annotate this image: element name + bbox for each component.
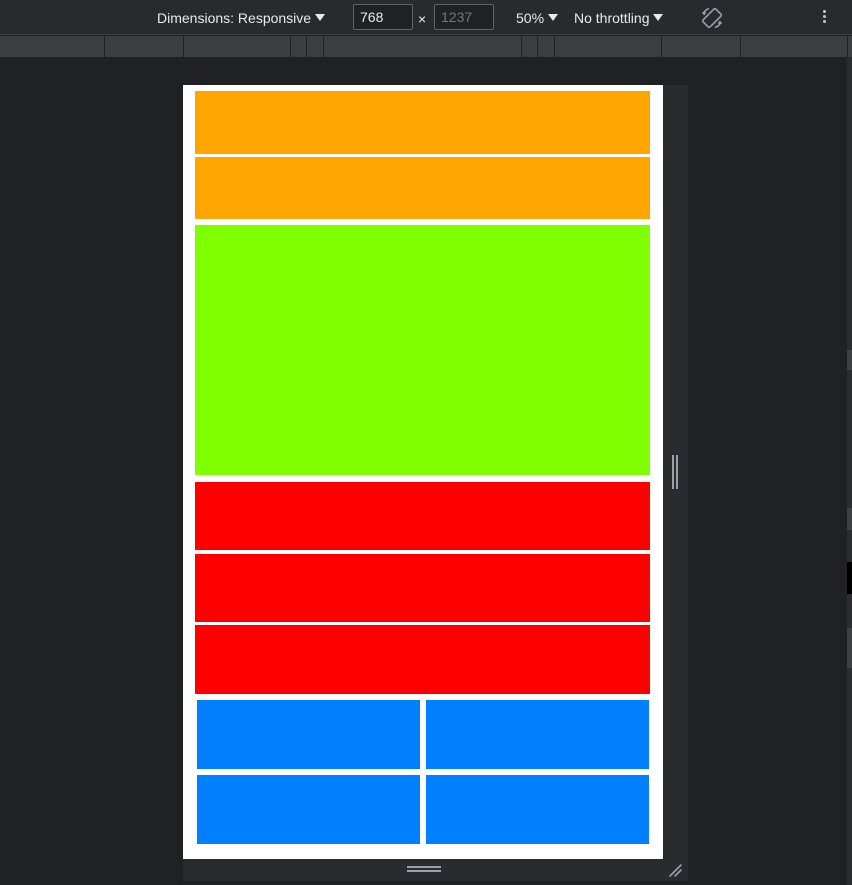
dimension-separator: × <box>418 11 427 27</box>
media-query-segment[interactable] <box>0 36 105 57</box>
media-query-segment[interactable] <box>291 36 307 57</box>
media-query-segment[interactable] <box>555 36 662 57</box>
media-query-segment[interactable] <box>324 36 522 57</box>
media-query-segment[interactable] <box>522 36 538 57</box>
blue-block-3 <box>197 775 420 844</box>
zoom-label: 50% <box>516 10 545 26</box>
width-input[interactable] <box>353 4 413 30</box>
more-vertical-icon[interactable] <box>816 8 832 28</box>
blue-block-2 <box>426 700 649 769</box>
caret-down-icon <box>548 14 559 21</box>
zoom-dropdown[interactable]: 50% <box>516 9 559 27</box>
resize-handle-right[interactable] <box>672 455 679 489</box>
media-query-segment[interactable] <box>662 36 741 57</box>
caret-down-icon <box>315 14 326 21</box>
resize-handle-bottom[interactable] <box>407 866 441 874</box>
media-query-segment[interactable] <box>741 36 848 57</box>
red-block-1 <box>195 482 650 550</box>
throttling-dropdown[interactable]: No throttling <box>574 9 664 27</box>
scrollbar-strip <box>847 57 852 885</box>
dimensions-dropdown[interactable]: Dimensions: Responsive <box>157 9 326 27</box>
device-toolbar: Dimensions: Responsive × 50% No throttli… <box>0 0 852 35</box>
rotate-device-icon[interactable] <box>699 5 725 31</box>
height-input[interactable] <box>434 4 494 30</box>
red-block-3 <box>195 625 650 694</box>
green-block <box>195 225 650 475</box>
resize-corner-icon[interactable] <box>667 862 683 878</box>
media-query-segment[interactable] <box>307 36 324 57</box>
media-query-segment[interactable] <box>105 36 184 57</box>
red-block-2 <box>195 554 650 622</box>
media-query-segment[interactable] <box>184 36 291 57</box>
orange-block-2 <box>195 157 650 219</box>
dimensions-label: Dimensions: Responsive <box>157 10 312 26</box>
media-query-segment[interactable] <box>538 36 555 57</box>
orange-block-1 <box>195 91 650 154</box>
blue-block-1 <box>197 700 420 769</box>
throttling-label: No throttling <box>574 10 650 26</box>
emulated-viewport <box>183 85 663 859</box>
media-query-bar <box>0 36 852 57</box>
caret-down-icon <box>653 14 664 21</box>
blue-block-4 <box>426 775 649 844</box>
